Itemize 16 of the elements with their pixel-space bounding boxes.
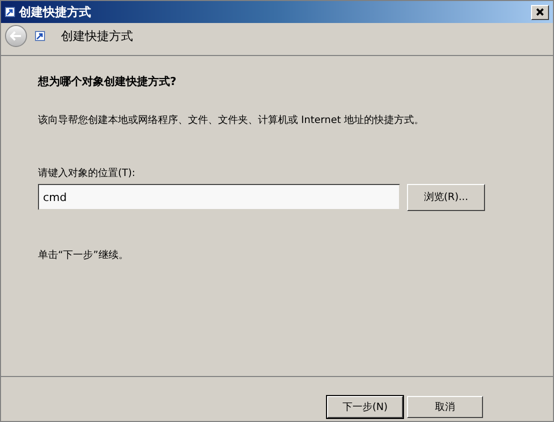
window-title: 创建快捷方式 <box>19 4 91 21</box>
close-icon <box>536 8 544 16</box>
location-field[interactable]: cmd <box>38 184 400 210</box>
back-button[interactable] <box>5 25 27 47</box>
cancel-button[interactable]: 取消 <box>407 396 483 418</box>
browse-button[interactable]: 浏览(R)... <box>407 184 485 210</box>
header-title: 创建快捷方式 <box>61 28 133 45</box>
back-arrow-icon <box>10 31 22 41</box>
description-text: 该向导帮您创建本地或网络程序、文件、文件夹、计算机或 Internet 地址的快捷方式。 <box>38 114 426 128</box>
shortcut-icon <box>5 7 15 17</box>
next-button[interactable]: 下一步(N) <box>327 396 403 418</box>
hint-text: 单击“下一步”继续。 <box>38 248 130 262</box>
page-heading: 想为哪个对象创建快捷方式? <box>38 74 178 90</box>
location-label: 请键入对象的位置(T): <box>38 166 136 180</box>
shortcut-icon <box>35 31 45 41</box>
close-button[interactable] <box>531 4 549 20</box>
